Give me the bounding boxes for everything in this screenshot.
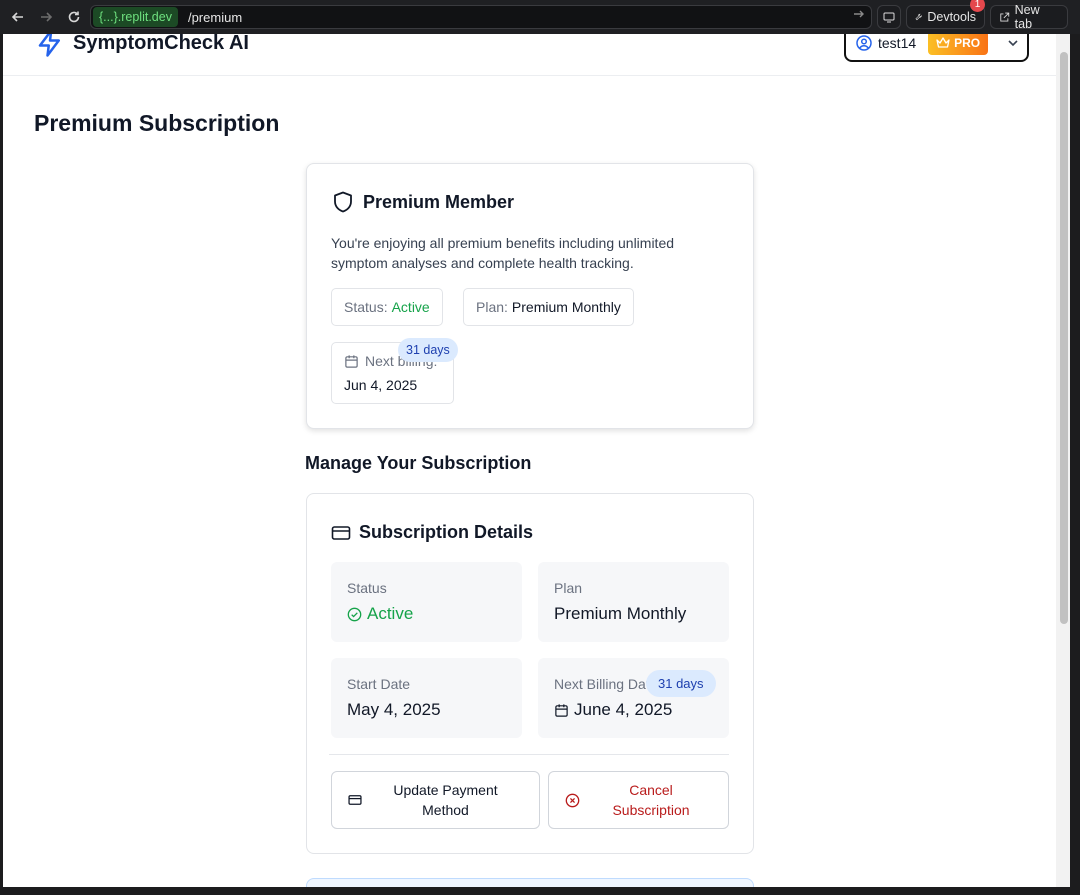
next-billing-tile: Next Billing Date June 4, 2025 31 days	[538, 658, 729, 738]
days-remaining-badge: 31 days	[646, 670, 716, 697]
plan-chip-label: Plan:	[476, 299, 508, 315]
back-arrow-icon[interactable]	[4, 3, 32, 31]
shield-icon	[334, 191, 352, 213]
username: test14	[878, 35, 917, 51]
next-billing-date-value: June 4, 2025	[574, 700, 673, 719]
status-chip-value: Active	[391, 299, 430, 315]
url-host: {...}.replit.dev	[93, 7, 178, 27]
divider	[329, 754, 729, 755]
forward-arrow-icon[interactable]	[32, 3, 60, 31]
plan-chip: Plan: Premium Monthly	[463, 288, 634, 326]
start-date-value: May 4, 2025	[347, 700, 441, 719]
status-tile-value-row: Active	[347, 604, 413, 624]
app-name: SymptomCheck AI	[73, 34, 249, 54]
plan-tile: Plan Premium Monthly	[538, 562, 729, 642]
page-viewport: SymptomCheck AI test14 PRO Premium Subsc…	[3, 34, 1056, 887]
status-chip: Status: Active	[331, 288, 443, 326]
update-payment-label: Update Payment Method	[393, 782, 498, 818]
next-billing-date-label: Next Billing Date	[554, 676, 658, 692]
chevron-down-icon	[1008, 40, 1018, 47]
user-menu-button[interactable]: test14 PRO	[844, 34, 1029, 62]
cancel-subscription-label: Cancel Subscription	[612, 782, 690, 818]
update-payment-button[interactable]: Update Payment Method	[331, 771, 540, 829]
calendar-icon	[345, 354, 358, 368]
browser-toolbar: {...}.replit.dev /premium Devtools 1 New…	[0, 0, 1080, 34]
wrench-icon	[915, 13, 922, 21]
status-tile-value: Active	[367, 604, 414, 623]
credit-card-icon	[348, 795, 362, 805]
app-logo[interactable]: SymptomCheck AI	[35, 34, 249, 58]
status-tile: Status Active	[331, 562, 522, 642]
premium-member-card: Premium Member You're enjoying all premi…	[306, 163, 754, 429]
cancel-subscription-button[interactable]: Cancel Subscription	[548, 771, 729, 829]
reload-icon[interactable]	[60, 3, 88, 31]
url-path: /premium	[187, 9, 243, 25]
app-header: SymptomCheck AI test14 PRO	[3, 34, 1056, 76]
premium-member-title: Premium Member	[363, 191, 515, 212]
pro-label: PRO	[954, 36, 981, 50]
next-billing-date: Jun 4, 2025	[344, 377, 418, 393]
check-circle-icon	[347, 607, 362, 621]
info-card-partial	[306, 878, 754, 887]
devtools-label: Devtools	[927, 10, 976, 24]
plan-chip-value: Premium Monthly	[511, 299, 621, 315]
subscription-details-card: Subscription Details Status Active Plan …	[306, 493, 754, 854]
window-edge-bottom	[0, 887, 1080, 895]
manage-section-title: Manage Your Subscription	[305, 453, 532, 473]
user-circle-icon	[856, 35, 872, 51]
go-arrow-icon[interactable]	[853, 8, 865, 23]
page-title: Premium Subscription	[34, 110, 280, 136]
address-bar[interactable]: {...}.replit.dev /premium	[90, 5, 872, 29]
premium-member-heading: Premium Member	[331, 190, 514, 214]
new-tab-button[interactable]: New tab	[990, 3, 1068, 31]
premium-description: You're enjoying all premium benefits inc…	[331, 235, 675, 271]
page-scrollbar[interactable]	[1056, 34, 1070, 887]
subscription-details-heading: Subscription Details	[331, 522, 533, 543]
screen-icon[interactable]	[877, 5, 901, 29]
credit-card-icon	[331, 525, 351, 540]
plan-tile-value: Premium Monthly	[554, 604, 687, 623]
new-tab-label: New tab	[1014, 3, 1040, 31]
subscription-details-title: Subscription Details	[359, 522, 534, 542]
start-date-tile: Start Date May 4, 2025	[331, 658, 522, 738]
plan-tile-label: Plan	[554, 580, 583, 596]
start-date-label: Start Date	[347, 676, 411, 692]
status-tile-label: Status	[347, 580, 387, 596]
pro-badge: PRO	[928, 34, 989, 55]
next-billing-date-row: June 4, 2025	[554, 700, 672, 720]
external-link-icon	[1000, 12, 1010, 21]
status-chip-label: Status:	[344, 299, 388, 315]
x-circle-icon	[565, 793, 580, 807]
calendar-icon	[555, 703, 568, 717]
days-remaining-badge: 31 days	[398, 338, 458, 362]
window-edge	[1070, 34, 1080, 895]
lightning-icon	[38, 34, 60, 57]
scrollbar-thumb[interactable]	[1060, 52, 1068, 624]
crown-icon	[936, 37, 950, 48]
